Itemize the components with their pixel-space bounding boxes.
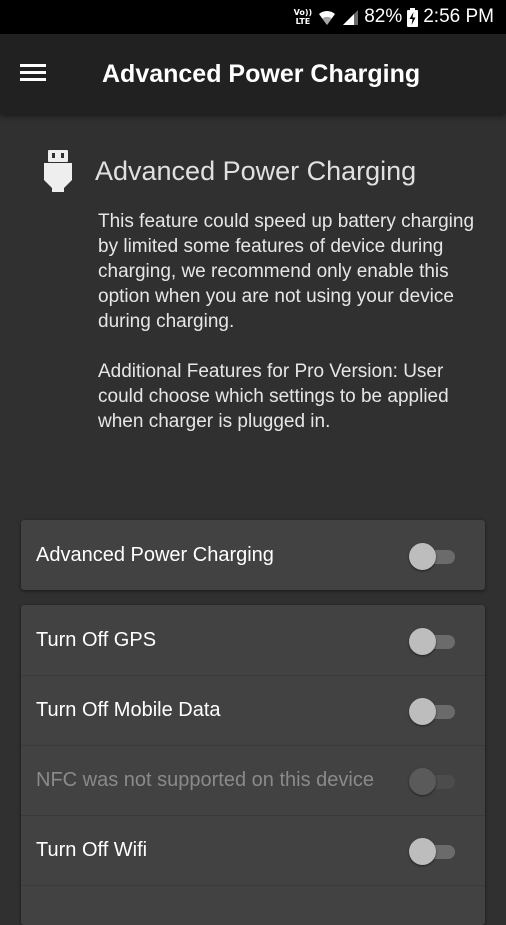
battery-percent: 82%	[364, 6, 403, 27]
settings-list-card: Turn Off GPS Turn Off Mobile Data NFC wa…	[21, 605, 485, 925]
nfc-switch	[409, 768, 457, 795]
switch-thumb	[409, 543, 436, 570]
nfc-row: NFC was not supported on this device	[21, 745, 485, 815]
turn-off-wifi-switch[interactable]	[409, 838, 457, 865]
wifi-icon	[319, 10, 336, 25]
main-toggle-card: Advanced Power Charging	[21, 520, 485, 590]
switch-thumb	[409, 628, 436, 655]
switch-thumb	[409, 698, 436, 725]
turn-off-gps-row[interactable]: Turn Off GPS	[21, 605, 485, 675]
volte-lte-icon: Vo)) LTE	[294, 8, 313, 26]
advanced-power-charging-switch[interactable]	[409, 543, 457, 570]
hamburger-menu-icon[interactable]	[18, 60, 48, 86]
turn-off-mobile-data-row[interactable]: Turn Off Mobile Data	[21, 675, 485, 745]
clock: 2:56 PM	[423, 6, 494, 27]
status-icons: Vo)) LTE 82% 2:56 PM	[294, 0, 494, 34]
switch-thumb	[409, 768, 436, 795]
turn-off-gps-switch[interactable]	[409, 628, 457, 655]
feature-description: This feature could speed up battery char…	[98, 211, 475, 332]
advanced-power-charging-row[interactable]: Advanced Power Charging	[21, 520, 485, 590]
status-bar: Vo)) LTE 82% 2:56 PM	[0, 0, 506, 34]
battery-charging-icon	[407, 7, 419, 27]
advanced-power-charging-label: Advanced Power Charging	[36, 544, 274, 566]
signal-icon	[343, 9, 359, 25]
lte-label: LTE	[295, 17, 311, 26]
volte-label: Vo))	[293, 8, 313, 17]
turn-off-wifi-label: Turn Off Wifi	[36, 839, 148, 861]
header-title: Advanced Power Charging	[95, 156, 417, 186]
turn-off-mobile-data-switch[interactable]	[409, 698, 457, 725]
pro-version-note: Additional Features for Pro Version: Use…	[98, 361, 449, 432]
divider	[21, 885, 485, 886]
nfc-not-supported-label: NFC was not supported on this device	[36, 769, 374, 791]
usb-plug-icon	[44, 150, 72, 192]
turn-off-wifi-row[interactable]: Turn Off Wifi	[21, 815, 485, 885]
switch-thumb	[409, 838, 436, 865]
app-bar: Advanced Power Charging	[0, 34, 506, 114]
turn-off-gps-label: Turn Off GPS	[36, 629, 157, 651]
turn-off-mobile-data-label: Turn Off Mobile Data	[36, 699, 221, 721]
app-title: Advanced Power Charging	[102, 60, 421, 88]
